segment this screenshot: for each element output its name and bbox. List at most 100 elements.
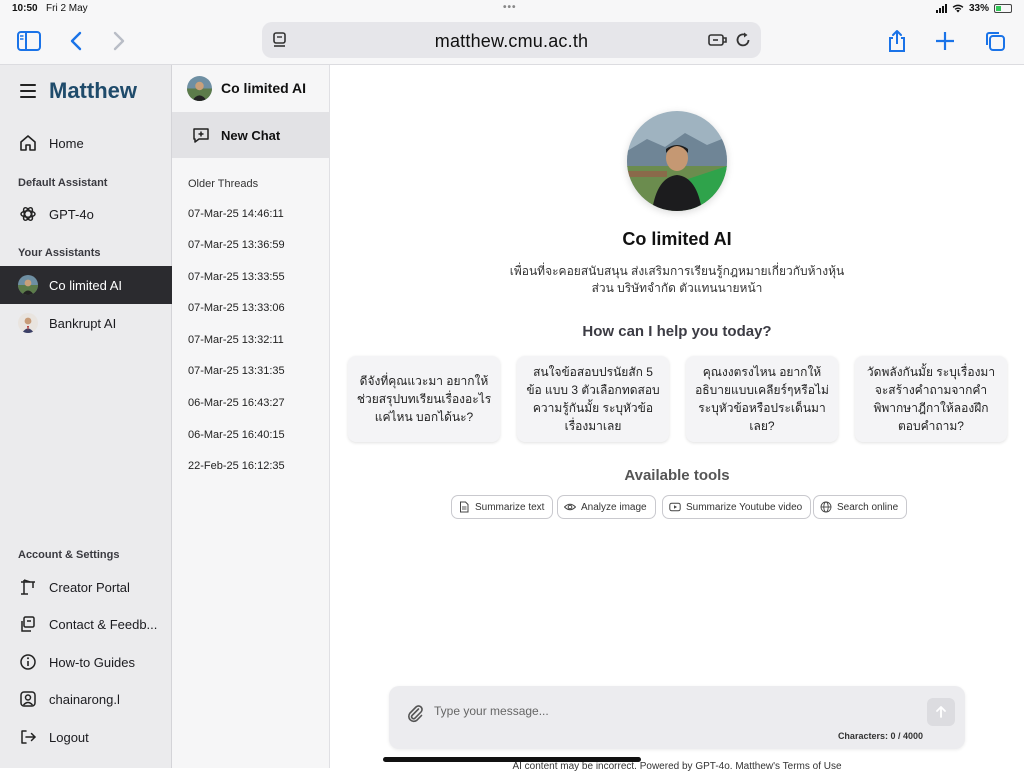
back-chevron-icon[interactable]: [62, 27, 90, 55]
attach-paperclip-icon[interactable]: [405, 703, 425, 723]
older-threads-heading: Older Threads: [188, 178, 259, 190]
logout-icon: [18, 727, 38, 747]
thread-item[interactable]: 07-Mar-25 13:36:59: [188, 239, 318, 251]
assistant-hero-avatar: [627, 111, 727, 211]
available-tools-heading: Available tools: [624, 467, 730, 484]
extension-icon[interactable]: [707, 30, 727, 50]
tabs-overview-icon[interactable]: [981, 27, 1009, 55]
status-time: 10:50: [12, 3, 38, 14]
suggested-prompt-card[interactable]: วัดพลังกันมั้ย ระบุเรื่องมา จะสร้างคำถาม…: [855, 356, 1007, 442]
eye-icon: [564, 503, 576, 511]
tool-summarize-text-button[interactable]: Summarize text: [451, 495, 554, 519]
openai-logo-icon: [18, 204, 38, 224]
battery-percent: 33%: [968, 3, 989, 14]
message-composer: Characters: 0 / 4000: [389, 686, 965, 749]
chat-main: Co limited AI เพื่อนที่จะคอยสนับสนุน ส่ง…: [330, 65, 1024, 772]
sidebar-item-label: Home: [49, 135, 84, 151]
tool-analyze-image-button[interactable]: Analyze image: [557, 495, 656, 519]
forward-chevron-icon[interactable]: [105, 27, 133, 55]
youtube-icon: [669, 502, 681, 512]
app-sidebar: Matthew Home Default Assistant GPT-4o Yo…: [0, 65, 172, 768]
message-input[interactable]: [434, 701, 904, 721]
ai-disclaimer: AI content may be incorrect. Powered by …: [512, 761, 842, 772]
sidebar-toggle-icon[interactable]: [15, 27, 43, 55]
multitasking-dots-icon[interactable]: •••: [503, 2, 517, 13]
new-chat-button[interactable]: New Chat: [172, 112, 330, 158]
help-heading: How can I help you today?: [582, 323, 772, 340]
character-counter: Characters: 0 / 4000: [837, 731, 923, 741]
sidebar-item-bankrupt-ai[interactable]: Bankrupt AI: [0, 304, 172, 342]
sidebar-brand: Matthew: [0, 77, 172, 105]
new-chat-label: New Chat: [221, 127, 281, 143]
sidebar-item-label: Co limited AI: [49, 277, 122, 293]
sidebar-item-contact-feedback[interactable]: Contact & Feedb...: [0, 606, 172, 642]
reload-icon[interactable]: [733, 30, 753, 50]
assistant-avatar: [18, 275, 38, 295]
tool-search-online-button[interactable]: Search online: [813, 495, 908, 519]
battery-icon: [994, 4, 1012, 13]
address-bar[interactable]: matthew.cmu.ac.th: [262, 22, 761, 58]
tool-label: Summarize Youtube video: [686, 501, 803, 513]
threads-panel: Co limited AI New Chat Older Threads 07-…: [172, 65, 330, 768]
tool-label: Summarize text: [475, 501, 545, 513]
sidebar-item-label: Contact & Feedb...: [49, 616, 158, 632]
sidebar-item-label: Bankrupt AI: [49, 315, 117, 331]
send-button[interactable]: [927, 698, 955, 726]
sidebar-item-label: chainarong.l: [49, 691, 120, 707]
thread-item[interactable]: 06-Mar-25 16:40:15: [188, 429, 318, 441]
thread-item[interactable]: 06-Mar-25 16:43:27: [188, 397, 318, 409]
sidebar-item-label: Logout: [49, 729, 89, 745]
new-chat-icon: [193, 128, 209, 143]
assistant-avatar: [187, 75, 212, 101]
account-settings-heading: Account & Settings: [18, 549, 120, 561]
home-indicator[interactable]: [383, 757, 641, 762]
thread-item[interactable]: 07-Mar-25 14:46:11: [188, 208, 318, 220]
assistant-avatar: [18, 313, 38, 333]
wifi-icon: [952, 4, 964, 13]
suggested-prompt-card[interactable]: ดีจังที่คุณแวะมา อยากให้ช่วยสรุปบทเรียนเ…: [348, 356, 500, 442]
tool-label: Analyze image: [581, 501, 647, 513]
assistant-title: Co limited AI: [622, 229, 732, 249]
brand-name: Matthew: [49, 78, 137, 103]
new-tab-plus-icon[interactable]: [931, 27, 959, 55]
globe-icon: [820, 501, 832, 513]
assistant-description: เพื่อนที่จะคอยสนับสนุน ส่งเสริมการเรียนร…: [509, 264, 845, 295]
arrow-up-icon: [936, 706, 946, 718]
contact-icon: [18, 614, 38, 634]
sidebar-item-home[interactable]: Home: [0, 125, 172, 161]
your-assistants-heading: Your Assistants: [18, 247, 101, 259]
document-icon: [460, 501, 469, 513]
sidebar-item-co-limited-ai[interactable]: Co limited AI: [0, 266, 172, 304]
sidebar-item-creator-portal[interactable]: Creator Portal: [0, 569, 172, 605]
thread-item[interactable]: 07-Mar-25 13:32:11: [188, 334, 318, 346]
cellular-signal-icon: [935, 4, 947, 13]
sidebar-item-logout[interactable]: Logout: [0, 719, 172, 755]
status-date: Fri 2 May: [46, 3, 88, 14]
thread-item[interactable]: 22-Feb-25 16:12:35: [188, 460, 318, 472]
thread-item[interactable]: 07-Mar-25 13:33:06: [188, 302, 318, 314]
url-text: matthew.cmu.ac.th: [434, 31, 589, 51]
tool-label: Search online: [837, 501, 899, 513]
share-icon[interactable]: [883, 27, 911, 55]
status-bar: 10:50 Fri 2 May ••• 33%: [0, 0, 1024, 18]
sidebar-item-label: How-to Guides: [49, 654, 135, 670]
crane-icon: [18, 577, 38, 597]
hamburger-menu-icon[interactable]: [20, 84, 36, 98]
info-icon: [18, 652, 38, 672]
thread-item[interactable]: 07-Mar-25 13:33:55: [188, 271, 318, 283]
sidebar-item-label: Creator Portal: [49, 579, 130, 595]
thread-item[interactable]: 07-Mar-25 13:31:35: [188, 365, 318, 377]
sidebar-item-user-profile[interactable]: chainarong.l: [0, 681, 172, 717]
sidebar-item-how-to-guides[interactable]: How-to Guides: [0, 644, 172, 680]
sidebar-item-gpt4o[interactable]: GPT-4o: [0, 196, 172, 232]
sidebar-item-label: GPT-4o: [49, 206, 94, 222]
threads-assistant-name: Co limited AI: [221, 80, 307, 96]
default-assistant-heading: Default Assistant: [18, 177, 108, 189]
user-icon: [18, 689, 38, 709]
suggested-prompt-card[interactable]: สนใจข้อสอบปรนัยสัก 5 ข้อ แบบ 3 ตัวเลือกท…: [517, 356, 669, 442]
threads-header: Co limited AI: [172, 65, 330, 111]
tool-summarize-youtube-button[interactable]: Summarize Youtube video: [662, 495, 812, 519]
browser-toolbar: matthew.cmu.ac.th: [0, 18, 1024, 65]
suggested-prompt-card[interactable]: คุณงงตรงไหน อยากให้อธิบายแบบเคลียร์ๆหรือ…: [686, 356, 838, 442]
home-icon: [18, 133, 38, 153]
